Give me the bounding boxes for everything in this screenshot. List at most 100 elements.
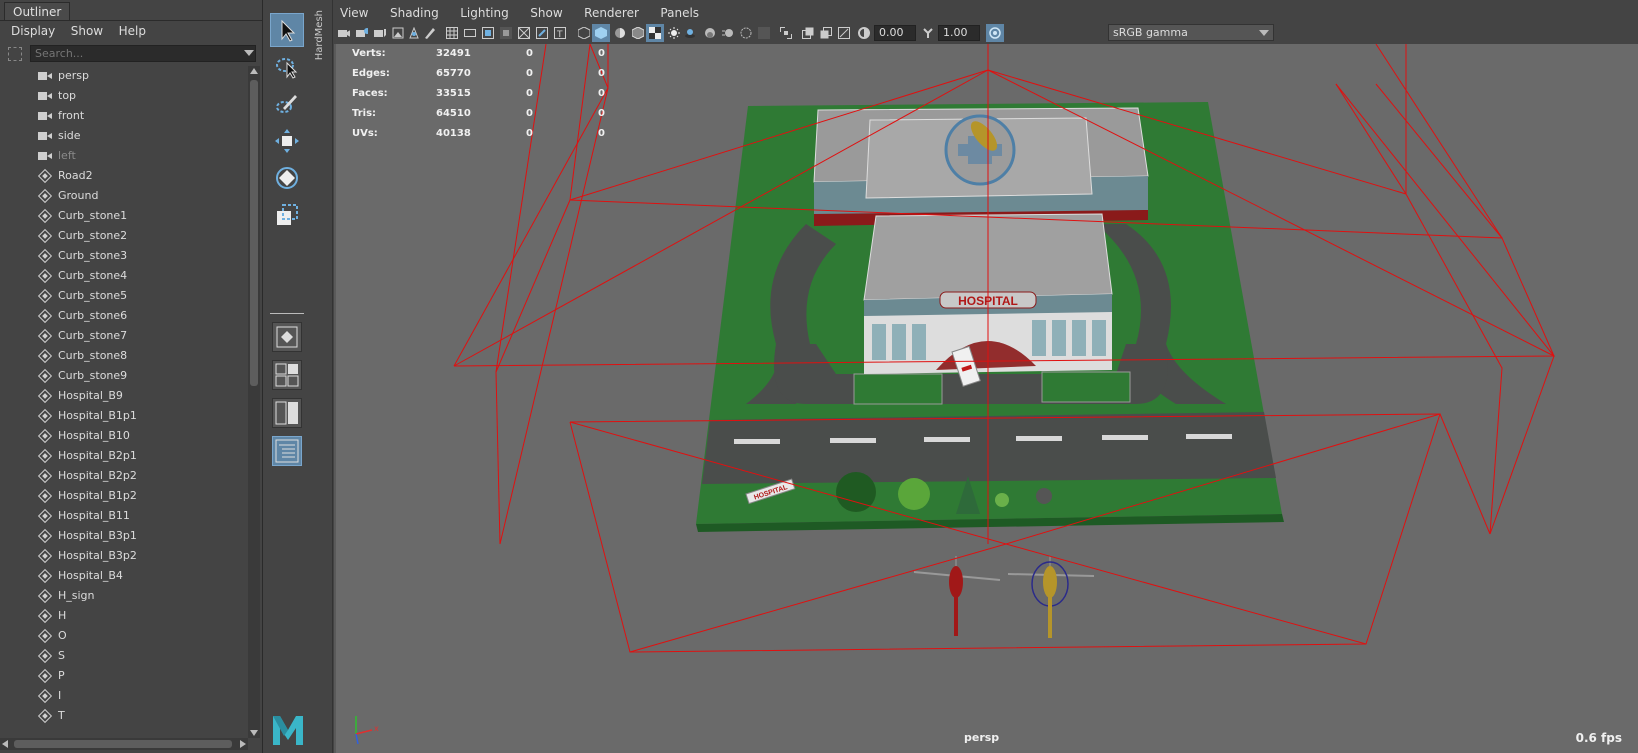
hardmesh-label[interactable]: HardMesh <box>314 10 325 60</box>
outliner-horizontal-scrollbar[interactable] <box>0 738 248 750</box>
color-space-dropdown[interactable]: sRGB gamma <box>1108 24 1274 41</box>
panel-menu-shading[interactable]: Shading <box>384 3 445 23</box>
outliner-item-h_sign[interactable]: H_sign <box>0 586 248 606</box>
depth-of-field-icon[interactable] <box>758 27 770 39</box>
move-tool-button[interactable] <box>270 124 304 158</box>
outliner-item-curb_stone2[interactable]: Curb_stone2 <box>0 226 248 246</box>
exposure-field[interactable]: 0.00 <box>874 25 916 41</box>
outliner-item-curb_stone3[interactable]: Curb_stone3 <box>0 246 248 266</box>
single-perspective-layout-button[interactable] <box>272 322 302 352</box>
use-default-material-icon[interactable] <box>614 27 626 39</box>
outliner-item-left[interactable]: left <box>0 146 248 166</box>
use-all-lights-icon[interactable] <box>668 27 680 39</box>
outliner-menu-display[interactable]: Display <box>5 21 61 41</box>
outliner-item-hospital_b2p2[interactable]: Hospital_B2p2 <box>0 466 248 486</box>
search-dropdown-icon[interactable] <box>244 50 254 56</box>
screen-space-ao-icon[interactable] <box>704 27 716 39</box>
filter-icon[interactable] <box>8 47 22 61</box>
outliner-item-road2[interactable]: Road2 <box>0 166 248 186</box>
scroll-up-arrow-icon[interactable] <box>250 68 258 74</box>
outliner-item-hospital_b3p1[interactable]: Hospital_B3p1 <box>0 526 248 546</box>
bookmark-camera-icon[interactable] <box>374 27 386 39</box>
lasso-tool-button[interactable] <box>270 50 304 84</box>
motion-blur-icon[interactable] <box>722 27 734 39</box>
isolate-select-icon[interactable] <box>780 27 792 39</box>
outliner-tab[interactable]: Outliner <box>4 2 71 21</box>
outliner-item-curb_stone4[interactable]: Curb_stone4 <box>0 266 248 286</box>
scroll-down-arrow-icon[interactable] <box>250 730 258 736</box>
exposure-icon[interactable] <box>858 27 870 39</box>
outliner-item-hospital_b9[interactable]: Hospital_B9 <box>0 386 248 406</box>
outliner-item-curb_stone6[interactable]: Curb_stone6 <box>0 306 248 326</box>
outliner-item-curb_stone7[interactable]: Curb_stone7 <box>0 326 248 346</box>
outliner-item-ground[interactable]: Ground <box>0 186 248 206</box>
outliner-item-hospital_b1p1[interactable]: Hospital_B1p1 <box>0 406 248 426</box>
anti-aliasing-icon[interactable] <box>740 27 752 39</box>
grid-icon[interactable] <box>446 27 458 39</box>
select-tool-button[interactable] <box>270 13 304 47</box>
outliner-item-curb_stone8[interactable]: Curb_stone8 <box>0 346 248 366</box>
outliner-item-hospital_b4[interactable]: Hospital_B4 <box>0 566 248 586</box>
2d-pan-zoom-icon[interactable] <box>408 27 420 39</box>
scroll-left-arrow-icon[interactable] <box>2 740 8 748</box>
four-view-layout-button[interactable] <box>272 360 302 390</box>
outliner-item-curb_stone1[interactable]: Curb_stone1 <box>0 206 248 226</box>
panel-menu-lighting[interactable]: Lighting <box>454 3 515 23</box>
image-plane-icon[interactable] <box>392 27 404 39</box>
outliner-item-s[interactable]: S <box>0 646 248 666</box>
panel-menu-panels[interactable]: Panels <box>654 3 705 23</box>
textured-active[interactable] <box>646 24 664 42</box>
panel-menu-view[interactable]: View <box>334 3 374 23</box>
scroll-thumb-horizontal[interactable] <box>14 740 232 748</box>
xray-active-components-icon[interactable] <box>820 27 832 39</box>
outliner-item-side[interactable]: side <box>0 126 248 146</box>
outliner-item-persp[interactable]: persp <box>0 66 248 86</box>
gamma-field[interactable]: 1.00 <box>938 25 980 41</box>
outliner-item-hospital_b10[interactable]: Hospital_B10 <box>0 426 248 446</box>
shadows-icon[interactable] <box>684 27 696 39</box>
xray-joints-icon[interactable] <box>838 27 850 39</box>
3d-viewport[interactable]: HOSPITAL HOSPITAL Verts: 32491 0 0 Edges… <box>334 44 1638 753</box>
scroll-thumb[interactable] <box>250 80 258 386</box>
outliner-item-hospital_b1p2[interactable]: Hospital_B1p2 <box>0 486 248 506</box>
grease-pencil-icon[interactable] <box>424 27 436 39</box>
safe-action-icon[interactable] <box>536 27 548 39</box>
outliner-item-hospital_b3p2[interactable]: Hospital_B3p2 <box>0 546 248 566</box>
xray-icon[interactable] <box>802 27 814 39</box>
film-gate-icon[interactable] <box>464 27 476 39</box>
field-chart-icon[interactable] <box>518 27 530 39</box>
rotate-tool-button[interactable] <box>270 161 304 195</box>
camera-attributes-icon[interactable] <box>356 27 368 39</box>
outliner-item-top[interactable]: top <box>0 86 248 106</box>
outliner-menu-show[interactable]: Show <box>65 21 109 41</box>
outliner-vertical-scrollbar[interactable] <box>248 66 260 738</box>
panel-menu-show[interactable]: Show <box>524 3 568 23</box>
color-management-toggle[interactable] <box>986 24 1004 42</box>
smooth-shade-active[interactable] <box>592 24 610 42</box>
gate-mask-icon[interactable] <box>500 27 512 39</box>
outliner-item-h[interactable]: H <box>0 606 248 626</box>
resolution-gate-icon[interactable] <box>482 27 494 39</box>
scale-tool-button[interactable] <box>270 198 304 232</box>
outliner-item-o[interactable]: O <box>0 626 248 646</box>
select-camera-icon[interactable] <box>338 27 350 39</box>
panel-menu-renderer[interactable]: Renderer <box>578 3 645 23</box>
outliner-menu-help[interactable]: Help <box>113 21 152 41</box>
outliner-item-front[interactable]: front <box>0 106 248 126</box>
outliner-item-p[interactable]: P <box>0 666 248 686</box>
safe-title-icon[interactable]: T <box>554 27 566 39</box>
outliner-search-input[interactable] <box>30 45 256 62</box>
outliner-item-hospital_b2p1[interactable]: Hospital_B2p1 <box>0 446 248 466</box>
outliner-layout-button[interactable] <box>272 436 302 466</box>
outliner-item-curb_stone5[interactable]: Curb_stone5 <box>0 286 248 306</box>
scroll-right-arrow-icon[interactable] <box>240 740 246 748</box>
outliner-item-t[interactable]: T <box>0 706 248 726</box>
paint-select-tool-button[interactable] <box>270 87 304 121</box>
outliner-item-curb_stone9[interactable]: Curb_stone9 <box>0 366 248 386</box>
outliner-item-i[interactable]: I <box>0 686 248 706</box>
wireframe-icon[interactable] <box>578 27 590 39</box>
two-view-layout-button[interactable] <box>272 398 302 428</box>
outliner-item-hospital_b11[interactable]: Hospital_B11 <box>0 506 248 526</box>
wireframe-on-shaded-icon[interactable] <box>632 27 644 39</box>
gamma-icon[interactable] <box>922 27 934 39</box>
